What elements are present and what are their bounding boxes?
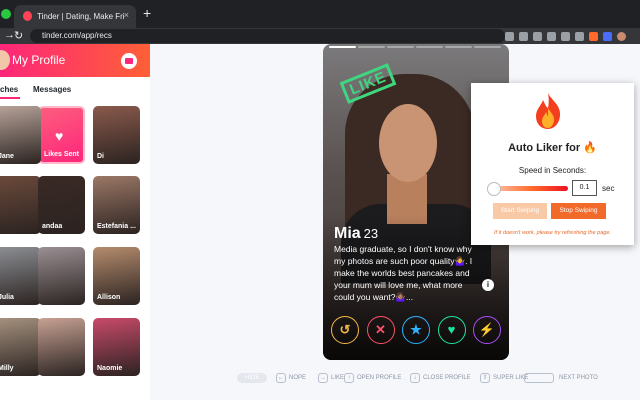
photo-progress-bar[interactable] [358,46,385,48]
action-buttons: ↺ ✕ ★ ♥ ⚡ [323,316,509,350]
auto-liker-popup: Auto Liker for 🔥 Speed in Seconds: 0.1 s… [471,83,634,245]
shortcut-label: LIKE [331,375,345,381]
shortcut-label: NOPE [289,375,307,381]
match-name: Jane [0,153,14,160]
match-name: Estefania ... [97,223,136,230]
profile-age: 23 [363,226,379,241]
like-button[interactable]: ♥ [437,316,466,344]
shortcut-key: ← [276,373,286,383]
shortcut-key: ↓ [410,373,420,383]
profile-name: Mia 23 [334,225,378,243]
info-icon[interactable]: i [482,279,494,291]
speed-input[interactable]: 0.1 [572,180,597,196]
reload-icon[interactable]: ↻ [14,29,23,42]
active-tab-indicator [0,97,20,99]
shortcut-key: → [318,373,328,383]
tab-title: Tinder | Dating, Make Friends & Meet New… [37,12,125,21]
profile-name-text: Mia [334,225,361,242]
match-card[interactable]: andaa [38,176,85,234]
match-name: Allison [97,294,121,301]
avatar[interactable] [0,50,10,70]
match-card[interactable] [0,176,41,234]
profile-photo-face [379,104,437,182]
boost-button[interactable]: ⚡ [473,316,501,344]
match-card[interactable]: Julia [0,247,41,305]
match-name: andaa [42,223,63,230]
shortcut-key: ↑ [344,373,354,383]
match-name: Naomie [97,365,123,372]
likes-sent-card[interactable]: ♥ Likes Sent [38,106,85,164]
browser-tab-strip: Tinder | Dating, Make Friends & Meet New… [0,0,640,28]
address-bar-row: → ↻ tinder.com/app/recs [0,28,640,44]
speed-slider-handle[interactable] [486,182,501,196]
start-swiping-button[interactable]: Start Swiping [493,203,547,219]
hide-shortcuts-button[interactable]: HIDE [245,375,259,381]
sidebar: My Profile ches Messages 45Likes♥Likes S… [0,44,151,400]
match-card[interactable] [38,318,85,376]
star-icon[interactable] [533,31,542,41]
page: My Profile ches Messages 45Likes♥Likes S… [0,44,640,400]
match-card[interactable]: Naomie [93,318,140,376]
match-name: Likes Sent [44,151,80,158]
tab-messages[interactable]: Messages [33,85,71,94]
match-card[interactable]: Milly [0,318,41,376]
match-card[interactable]: Di [93,106,140,164]
speed-slider[interactable] [486,182,568,196]
photo-progress-bar[interactable] [329,46,356,48]
match-card[interactable] [38,247,85,305]
shortcut-label: CLOSE PROFILE [423,375,471,381]
photo-progress-bar[interactable] [416,46,443,48]
match-name: Julia [0,294,14,301]
share-icon[interactable] [519,31,528,41]
speed-unit: sec [602,184,615,193]
keyboard-shortcuts: HIDE ← NOPE → LIKE ↑ OPEN PROFILE ↓ CLOSE PROFI… [150,370,640,390]
match-card[interactable]: Allison [93,247,140,305]
rewind-button[interactable]: ↺ [331,316,359,344]
photo-progress-bar[interactable] [445,46,472,48]
shortcut-key [524,373,554,383]
browser-tab[interactable]: Tinder | Dating, Make Friends & Meet New… [14,5,136,28]
avatar[interactable] [617,31,626,41]
nope-button[interactable]: ✕ [366,316,395,344]
location-icon[interactable] [505,31,514,41]
photo-progress-bar[interactable] [474,46,501,48]
match-card[interactable]: Estefania ... [93,176,140,234]
photo-progress-bars [329,46,503,48]
hearts-icon: ♥ [55,128,64,144]
extension-icon[interactable] [547,31,556,41]
fire-icon [536,93,561,129]
tab-close-icon[interactable]: × [124,10,129,20]
extension-icon[interactable] [575,31,584,41]
tab-matches[interactable]: ches [0,85,18,94]
match-card[interactable]: Jane [0,106,41,164]
shortcut-label: OPEN PROFILE [357,375,402,381]
stop-swiping-button[interactable]: Stop Swiping [551,203,606,219]
shortcut-label: NEXT PHOTO [559,375,598,381]
popup-title: Auto Liker for 🔥 [508,142,597,154]
briefcase-icon[interactable] [121,53,137,69]
extension-icons [505,30,631,42]
auto-liker-extension-icon[interactable] [589,31,598,41]
profile-bio: Media graduate, so I don't know why my p… [334,244,473,302]
address-bar[interactable]: tinder.com/app/recs [30,29,505,43]
shortcut-key: ⇧ [480,373,490,383]
photo-progress-bar[interactable] [387,46,414,48]
page-title[interactable]: My Profile [12,53,65,67]
speed-label: Speed in Seconds: [518,166,587,175]
new-tab-button[interactable]: + [143,5,151,21]
super-like-button[interactable]: ★ [402,316,430,344]
sidebar-header: My Profile [0,44,150,77]
extension-icon[interactable] [561,31,570,41]
match-name: Milly [0,365,14,372]
window-maximize-button[interactable] [1,9,11,19]
tinder-favicon-icon [23,11,32,21]
sidebar-tabs: ches Messages [0,82,150,100]
match-name: Di [97,153,104,160]
refresh-note: If it doesn't work, please try refreshin… [494,230,611,236]
extension-icon[interactable] [603,31,612,41]
